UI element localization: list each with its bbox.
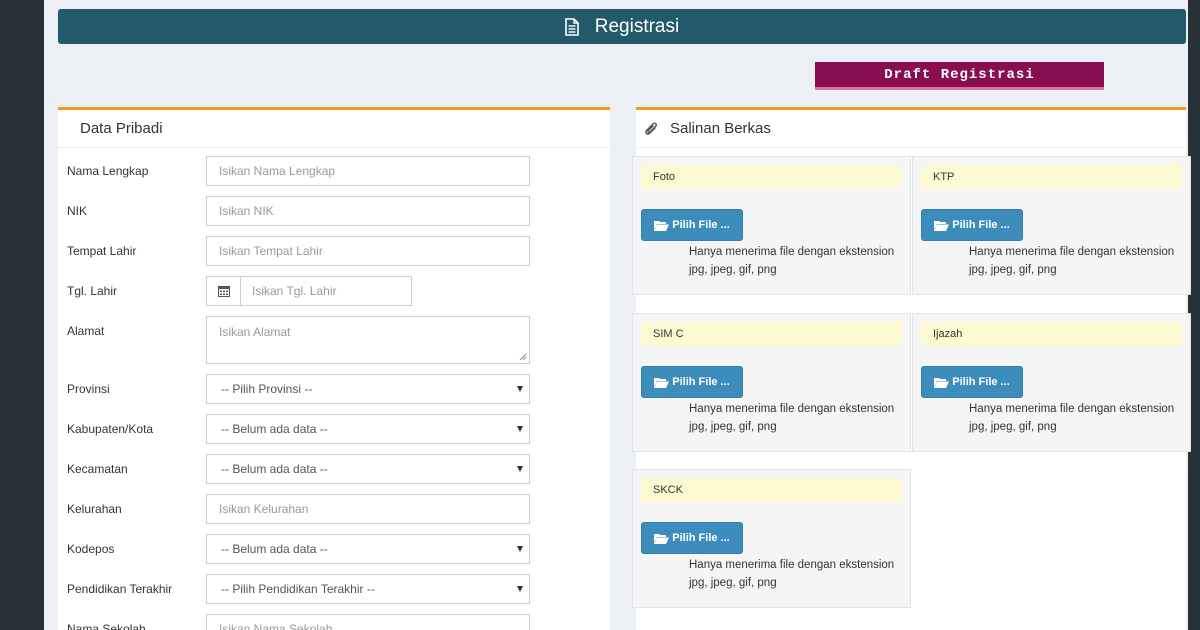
alamat-placeholder: Isikan Alamat <box>219 325 291 339</box>
pilih-file-button[interactable]: Pilih File ... <box>921 366 1023 398</box>
draft-registrasi-button[interactable]: Draft Registrasi <box>815 62 1104 90</box>
select-value: -- Belum ada data -- <box>221 462 328 476</box>
kodepos-select[interactable]: -- Belum ada data -- <box>206 534 530 564</box>
button-label: Pilih File ... <box>672 219 730 231</box>
field-label: Tgl. Lahir <box>67 284 118 298</box>
pilih-file-button[interactable]: Pilih File ... <box>641 366 743 398</box>
sidebar <box>0 0 44 630</box>
field-label: Kodepos <box>67 542 115 556</box>
file-upload-skck: SKCK Pilih File ... Hanya menerima file … <box>632 469 911 608</box>
panel-title-text: Salinan Berkas <box>670 120 771 137</box>
caret-down-icon <box>517 546 523 552</box>
caret-down-icon <box>517 586 523 592</box>
file-upload-ktp: KTP Pilih File ... Hanya menerima file d… <box>912 156 1191 295</box>
panel-title: Salinan Berkas <box>636 110 1186 148</box>
field-label: Nama Sekolah <box>67 622 146 630</box>
nik-input[interactable]: Isikan NIK <box>206 196 530 226</box>
nama-sekolah-input[interactable]: Isikan Nama Sekolah <box>206 614 530 630</box>
button-label: Pilih File ... <box>952 376 1010 388</box>
pendidikan-terakhir-select[interactable]: -- Pilih Pendidikan Terakhir -- <box>206 574 530 604</box>
button-label: Pilih File ... <box>952 219 1010 231</box>
folder-open-icon <box>654 533 670 544</box>
caret-down-icon <box>517 386 523 392</box>
field-label: NIK <box>67 204 88 218</box>
field-label: Pendidikan Terakhir <box>67 582 173 596</box>
file-note: Hanya menerima file dengan ekstension jp… <box>689 246 895 276</box>
select-value: -- Pilih Pendidikan Terakhir -- <box>221 582 375 596</box>
select-value: -- Belum ada data -- <box>221 542 328 556</box>
button-label: Pilih File ... <box>672 532 730 544</box>
file-label: KTP <box>921 165 1182 189</box>
kabupaten-kota-select[interactable]: -- Belum ada data -- <box>206 414 530 444</box>
document-icon <box>564 17 579 36</box>
nama-lengkap-input[interactable]: Isikan Nama Lengkap <box>206 156 530 186</box>
field-label: Kabupaten/Kota <box>67 422 154 436</box>
calendar-icon[interactable] <box>207 277 241 305</box>
pilih-file-button[interactable]: Pilih File ... <box>641 209 743 241</box>
file-note: Hanya menerima file dengan ekstension jp… <box>689 559 895 589</box>
field-label: Alamat <box>67 324 105 338</box>
tgl-lahir-group: Isikan Tgl. Lahir <box>206 276 412 306</box>
folder-open-icon <box>654 220 670 231</box>
file-upload-sim-c: SIM C Pilih File ... Hanya menerima file… <box>632 313 911 452</box>
folder-open-icon <box>654 377 670 388</box>
file-label: Foto <box>641 165 902 189</box>
field-label: Tempat Lahir <box>67 244 137 258</box>
provinsi-select[interactable]: -- Pilih Provinsi -- <box>206 374 530 404</box>
select-value: -- Belum ada data -- <box>221 422 328 436</box>
pilih-file-button[interactable]: Pilih File ... <box>641 522 743 554</box>
page-header: Registrasi <box>58 9 1186 44</box>
tgl-lahir-input[interactable]: Isikan Tgl. Lahir <box>241 277 411 305</box>
file-label: SKCK <box>641 478 902 502</box>
tempat-lahir-input[interactable]: Isikan Tempat Lahir <box>206 236 530 266</box>
field-label: Kecamatan <box>67 462 128 476</box>
file-upload-foto: Foto Pilih File ... Hanya menerima file … <box>632 156 911 295</box>
caret-down-icon <box>517 426 523 432</box>
data-pribadi-panel: Data Pribadi Nama Lengkap Isikan Nama Le… <box>58 107 610 630</box>
field-label: Nama Lengkap <box>67 164 149 178</box>
select-value: -- Pilih Provinsi -- <box>221 382 313 396</box>
file-label: Ijazah <box>921 322 1182 346</box>
button-label: Pilih File ... <box>672 376 730 388</box>
panel-title: Data Pribadi <box>58 110 610 148</box>
file-upload-ijazah: Ijazah Pilih File ... Hanya menerima fil… <box>912 313 1191 452</box>
alamat-textarea[interactable]: Isikan Alamat <box>206 316 530 364</box>
paperclip-icon <box>645 122 658 135</box>
kecamatan-select[interactable]: -- Belum ada data -- <box>206 454 530 484</box>
pilih-file-button[interactable]: Pilih File ... <box>921 209 1023 241</box>
resize-handle-icon[interactable] <box>519 353 527 361</box>
file-note: Hanya menerima file dengan ekstension jp… <box>969 403 1175 433</box>
folder-open-icon <box>934 220 950 231</box>
folder-open-icon <box>934 377 950 388</box>
field-label: Provinsi <box>67 382 110 396</box>
kelurahan-input[interactable]: Isikan Kelurahan <box>206 494 530 524</box>
file-note: Hanya menerima file dengan ekstension jp… <box>689 403 895 433</box>
file-label: SIM C <box>641 322 902 346</box>
file-note: Hanya menerima file dengan ekstension jp… <box>969 246 1175 276</box>
field-label: Kelurahan <box>67 502 122 516</box>
caret-down-icon <box>517 466 523 472</box>
page-title: Registrasi <box>594 15 680 37</box>
